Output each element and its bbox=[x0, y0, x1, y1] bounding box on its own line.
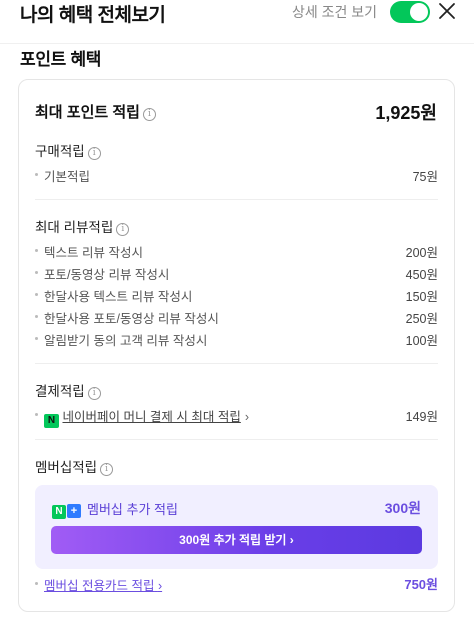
section-title: 포인트 혜택 bbox=[20, 50, 102, 69]
membership-box: N + 멤버십 추가 적립 300원 300원 추가 적립 받기 › bbox=[35, 485, 438, 569]
toggle-knob bbox=[410, 3, 428, 21]
membership-box-label: 멤버십 추가 적립 bbox=[87, 502, 178, 517]
review-title: 최대 리뷰적립 i bbox=[35, 216, 130, 236]
membership-card-link[interactable]: 멤버십 전용카드 적립 bbox=[44, 579, 154, 593]
membership-box-value: 300원 bbox=[384, 500, 421, 516]
membership-card-amount: 750원 bbox=[404, 577, 438, 592]
list-item: 포토/동영상 리뷰 작성시 450원 bbox=[35, 264, 438, 282]
divider bbox=[35, 439, 438, 440]
list-item: 한달사용 텍스트 리뷰 작성시 150원 bbox=[35, 286, 438, 304]
page-title: 나의 혜택 전체보기 bbox=[20, 5, 166, 26]
membership-title: 멤버십적립 i bbox=[35, 456, 114, 476]
chevron-right-icon: › bbox=[244, 410, 250, 424]
membership-card-item: 멤버십 전용카드 적립 › 750원 bbox=[35, 575, 438, 593]
list-item: 한달사용 포토/동영상 리뷰 작성시 250원 bbox=[35, 308, 438, 326]
npay-item: N 네이버페이 머니 결제 시 최대 적립 › 149원 bbox=[35, 406, 438, 428]
npay-link[interactable]: 네이버페이 머니 결제 시 최대 적립 bbox=[62, 410, 240, 424]
divider bbox=[35, 199, 438, 200]
chevron-right-icon: › bbox=[157, 579, 163, 593]
naver-pay-icon: N bbox=[44, 414, 59, 428]
detail-toggle[interactable] bbox=[390, 1, 430, 23]
detail-toggle-label: 상세 조건 보기 bbox=[292, 4, 378, 20]
get-extra-points-button[interactable]: 300원 추가 적립 받기 › bbox=[51, 526, 422, 554]
list-item: 텍스트 리뷰 작성시 200원 bbox=[35, 242, 438, 260]
divider bbox=[35, 363, 438, 364]
close-icon bbox=[439, 3, 455, 19]
modal-header: 나의 혜택 전체보기 상세 조건 보기 bbox=[0, 0, 474, 44]
naver-plus-membership-icon: N + bbox=[52, 501, 81, 519]
bullet bbox=[35, 173, 38, 176]
info-icon[interactable]: i bbox=[142, 108, 156, 121]
list-item: 기본적립 75원 bbox=[35, 166, 438, 184]
max-points-label: 최대 포인트 적립 i bbox=[35, 101, 156, 122]
list-item: 알림받기 동의 고객 리뷰 작성시 100원 bbox=[35, 330, 438, 348]
purchase-title: 구매적립 i bbox=[35, 140, 101, 160]
info-icon[interactable]: i bbox=[87, 147, 101, 160]
payment-title: 결제적립 i bbox=[35, 380, 101, 400]
info-icon[interactable]: i bbox=[87, 387, 101, 400]
info-icon[interactable]: i bbox=[116, 223, 130, 236]
max-points-value: 1,925원 bbox=[375, 103, 437, 123]
info-icon[interactable]: i bbox=[100, 463, 114, 476]
close-button[interactable] bbox=[436, 0, 458, 22]
